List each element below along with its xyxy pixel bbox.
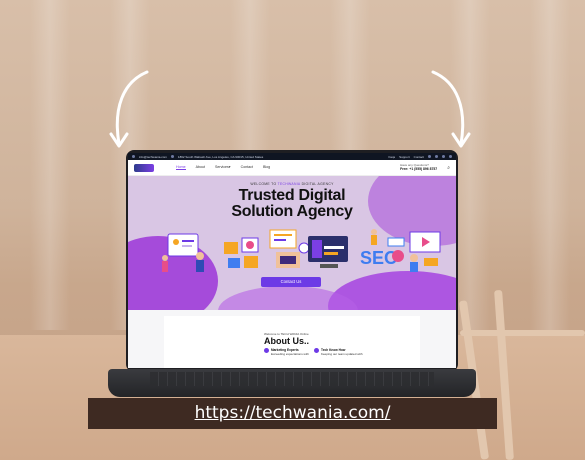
nav-item-services[interactable]: Services▾: [215, 165, 231, 170]
hero-kicker-prefix: WELCOME TO: [250, 182, 277, 186]
video-illustration: [409, 231, 441, 272]
curved-arrow-icon: [431, 70, 471, 148]
linkedin-icon[interactable]: [449, 155, 452, 158]
nav-item-about[interactable]: About: [196, 165, 205, 170]
team-illustration: [162, 233, 204, 272]
curtain-fold: [30, 0, 70, 330]
site-logo[interactable]: [134, 163, 154, 172]
svg-text:SEO: SEO: [360, 248, 398, 268]
chair-rail: [460, 330, 585, 336]
laptop-keyboard: [150, 372, 434, 386]
call-label: Have any Questions?: [400, 162, 429, 167]
hero-kicker-suffix: DIGITAL AGENCY: [301, 182, 334, 186]
call-number[interactable]: Free: +1 (555) 896 8757: [400, 167, 437, 171]
feature-text: Exceeding expectations with: [271, 352, 309, 356]
about-section: Welcome to TECH WANIA Online About Us.. …: [128, 310, 456, 368]
laptop-screen: info@techwania.com 1862 South Wabash Ave…: [128, 153, 456, 368]
hero-kicker: WELCOME TO TECHWANIA DIGITAL AGENCY: [128, 182, 456, 186]
nav-item-home[interactable]: Home: [176, 165, 186, 170]
site-navbar: Home About Services▾ Contact Blog Have a…: [128, 160, 456, 176]
topbar-address: 1862 South Wabash Ave, Los Angeles, CA 9…: [177, 154, 264, 159]
facebook-icon[interactable]: [428, 155, 431, 158]
site-topbar: info@techwania.com 1862 South Wabash Ave…: [128, 153, 456, 160]
topbar-email[interactable]: info@techwania.com: [139, 155, 167, 159]
nav-item-blog[interactable]: Blog: [263, 165, 270, 170]
mail-icon: [132, 155, 135, 158]
about-title: About Us..: [264, 336, 309, 346]
curtain-fold: [530, 0, 570, 330]
topbar-link-faqs[interactable]: Faqs: [388, 155, 395, 159]
people-icon: [264, 348, 269, 353]
hero-title-line2: Solution Agency: [231, 203, 353, 220]
feature-text: Keeping our team updated with: [321, 352, 363, 356]
call-info: Have any Questions? Free: +1 (555) 896 8…: [400, 162, 437, 172]
nav-item-services-label: Services: [215, 165, 229, 169]
search-icon[interactable]: ⌕: [447, 165, 450, 171]
topbar-link-support[interactable]: Support: [399, 155, 410, 159]
twitter-icon[interactable]: [435, 155, 438, 158]
website-url-link[interactable]: https://techwania.com/: [88, 398, 497, 429]
hero-title-line1: Trusted Digital: [238, 187, 346, 204]
contact-us-button[interactable]: Contact Us: [261, 277, 321, 287]
dashboard-illustration: [308, 236, 348, 268]
gear-icon: [314, 348, 319, 353]
nav-item-contact[interactable]: Contact: [241, 165, 253, 170]
hero-section: WELCOME TO TECHWANIA DIGITAL AGENCY Trus…: [128, 176, 456, 311]
marketing-illustration: [224, 237, 259, 268]
feature-marketing: Marketing Experts Exceeding expectations …: [264, 348, 309, 356]
curved-arrow-icon: [109, 70, 149, 148]
feature-techknowhow: Tech Know How Keeping our team updated wi…: [314, 348, 363, 356]
location-icon: [170, 155, 174, 158]
hero-kicker-brand: TECHWANIA: [277, 182, 301, 186]
hero-title: Trusted Digital Solution Agency: [128, 188, 456, 220]
topbar-link-contact[interactable]: Contact: [414, 155, 424, 159]
instagram-icon[interactable]: [442, 155, 445, 158]
